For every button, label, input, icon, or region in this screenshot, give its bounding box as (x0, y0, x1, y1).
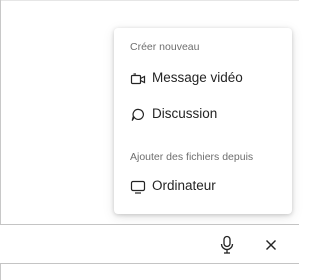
menu-item-video-message[interactable]: Message vidéo (114, 64, 292, 94)
menu-item-label: Discussion (152, 106, 218, 121)
message-composer (0, 224, 299, 264)
close-icon[interactable] (262, 235, 280, 255)
microphone-icon[interactable] (218, 235, 236, 255)
computer-icon (130, 179, 146, 195)
video-message-icon (130, 71, 146, 87)
attach-menu: Créer nouveau Message vidéo Discussion A… (114, 28, 292, 214)
menu-item-label: Message vidéo (152, 70, 243, 85)
create-new-heading: Créer nouveau (130, 41, 200, 53)
discussion-icon (130, 107, 146, 123)
add-files-heading: Ajouter des fichiers depuis (130, 151, 254, 163)
window-top-border (0, 0, 299, 1)
menu-item-computer[interactable]: Ordinateur (114, 172, 292, 202)
menu-item-label: Ordinateur (152, 178, 216, 193)
menu-item-discussion[interactable]: Discussion (114, 100, 292, 130)
